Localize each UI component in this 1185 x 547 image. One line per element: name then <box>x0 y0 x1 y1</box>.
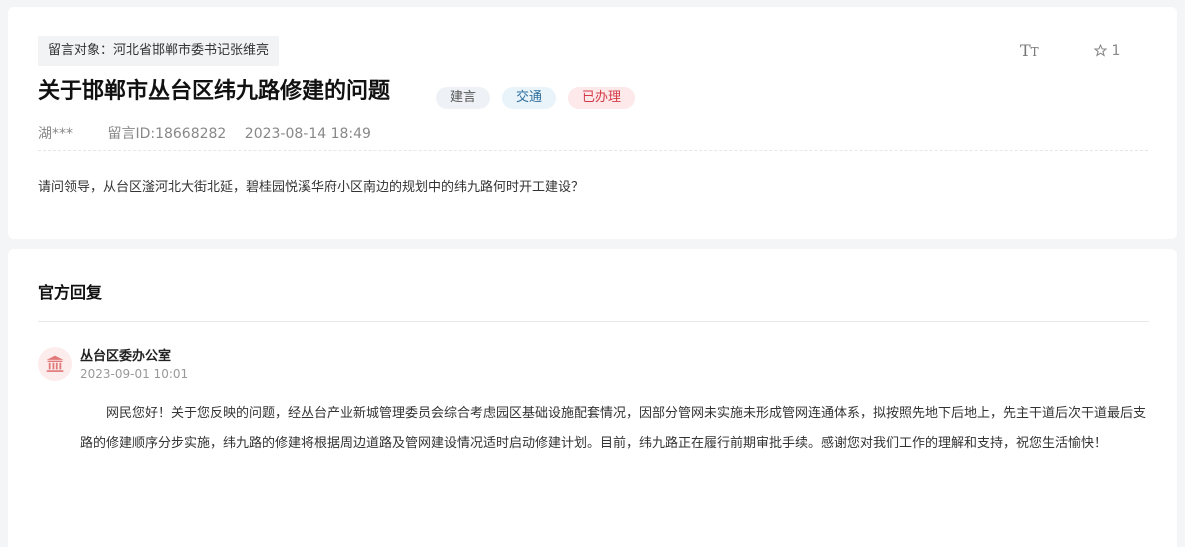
avatar <box>38 347 72 381</box>
message-id: 留言ID:18668282 <box>107 126 227 142</box>
font-size-glyph: T <box>1020 41 1031 60</box>
favorite-count: 1 <box>1111 43 1121 59</box>
favorite-button[interactable]: 1 <box>1093 43 1121 59</box>
page-title: 关于邯郸市丛台区纬九路修建的问题 <box>38 79 391 104</box>
question-card: 留言对象：河北省邯郸市委书记张维亮 TT 1 关于邯郸市丛台区纬九路修建的问题 … <box>8 7 1177 239</box>
message-target: 留言对象：河北省邯郸市委书记张维亮 <box>38 36 280 66</box>
font-size-icon[interactable]: TT <box>1020 41 1039 60</box>
badge-group: 建言 交通 已办理 <box>436 87 636 109</box>
office-name: 丛台区委办公室 <box>80 349 172 364</box>
type-badge: 建言 <box>436 87 491 109</box>
question-content: 请问领导，从台区滏河北大街北延，碧桂园悦溪华府小区南边的规划中的纬九路何时开工建… <box>38 180 585 195</box>
government-building-icon <box>46 355 64 372</box>
question-meta: 湖*** 留言ID:18668282 2023-08-14 18:49 <box>38 123 385 143</box>
reply-card: 官方回复 丛台区委办公室 2023-09-01 10:01 网民您好！关于您反映… <box>8 249 1177 547</box>
reply-content: 网民您好！关于您反映的问题，经丛台产业新城管理委员会综合考虑园区基础设施配套情况… <box>80 406 1147 451</box>
star-icon <box>1093 43 1108 57</box>
font-size-glyph-small: T <box>1030 45 1039 59</box>
post-datetime: 2023-08-14 18:49 <box>244 126 371 142</box>
divider <box>38 150 1148 151</box>
reply-datetime: 2023-09-01 10:01 <box>80 367 189 381</box>
category-badge: 交通 <box>502 87 557 109</box>
author-name: 湖*** <box>38 126 73 142</box>
reply-section-title: 官方回复 <box>38 283 103 302</box>
divider <box>38 321 1149 322</box>
status-badge: 已办理 <box>568 87 636 109</box>
